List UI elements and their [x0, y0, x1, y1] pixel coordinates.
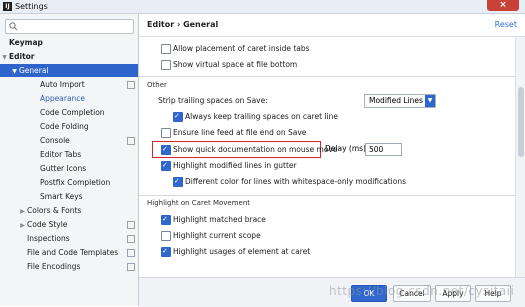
sidebar-item-label: Editor [9, 52, 35, 61]
close-button[interactable]: × [487, 0, 519, 11]
checkbox[interactable] [161, 231, 171, 241]
sidebar-item-label: Postfix Completion [40, 178, 111, 187]
chevron-right-icon: ▶ [20, 208, 25, 215]
help-button[interactable]: Help [475, 285, 511, 302]
search-input[interactable] [5, 19, 134, 34]
chevron-down-icon: ▼ [12, 68, 17, 75]
sidebar-item-auto-import[interactable]: Auto Import [40, 78, 138, 91]
project-scope-icon [127, 263, 135, 271]
sidebar-item-appearance[interactable]: Appearance [40, 92, 138, 105]
checkbox[interactable] [161, 213, 171, 226]
sidebar-item-file-code-templates[interactable]: File and Code Templates [27, 246, 138, 259]
sidebar-item-label: File Encodings [27, 262, 81, 271]
section-heading-caret: Highlight on Caret Movement [147, 199, 251, 207]
checkbox[interactable] [161, 159, 171, 172]
sidebar-item-label: Inspections [27, 234, 70, 243]
sidebar-item-file-encodings[interactable]: File Encodings [27, 260, 138, 273]
checkbox[interactable] [161, 143, 171, 156]
sidebar-item-code-completion[interactable]: Code Completion [40, 106, 138, 119]
sidebar-item-label: Code Completion [40, 108, 105, 117]
sidebar-item-label: Appearance [40, 94, 86, 103]
sidebar-item-code-style[interactable]: ▶ Code Style [18, 218, 138, 231]
sidebar-item-label: Console [40, 136, 70, 145]
strip-trailing-label: Strip trailing spaces on Save: [158, 96, 268, 105]
sidebar-item-label: File and Code Templates [27, 248, 119, 257]
chevron-right-icon: ▶ [20, 222, 25, 229]
sidebar-item-smart-keys[interactable]: Smart Keys [40, 190, 138, 203]
sidebar-item-inspections[interactable]: Inspections [27, 232, 138, 245]
sidebar-item-label: Code Style [27, 220, 68, 229]
sidebar-item-code-folding[interactable]: Code Folding [40, 120, 138, 133]
sidebar-item-label: General [19, 66, 49, 75]
window-title: Settings [15, 2, 48, 11]
sidebar-item-label: Code Folding [40, 122, 89, 131]
checkbox[interactable] [161, 245, 171, 258]
settings-header: Editor › General Reset [139, 14, 525, 37]
search-icon [9, 22, 18, 31]
checkbox[interactable] [161, 128, 171, 138]
scrollbar-thumb[interactable] [518, 87, 524, 157]
sidebar-item-postfix-completion[interactable]: Postfix Completion [40, 176, 138, 189]
breadcrumb: Editor › General [147, 20, 219, 29]
chevron-down-icon[interactable]: ▼ [425, 95, 435, 107]
checkbox[interactable] [161, 44, 171, 54]
sidebar-item-console[interactable]: Console [40, 134, 138, 147]
apply-button[interactable]: Apply [435, 285, 471, 302]
delay-label: Delay (ms): [325, 144, 369, 153]
project-scope-icon [127, 249, 135, 257]
chevron-down-icon: ▼ [2, 54, 7, 61]
project-scope-icon [127, 235, 135, 243]
section-heading-other: Other [147, 81, 167, 89]
project-scope-icon [127, 137, 135, 145]
settings-sidebar: Keymap ▼ Editor ▼ General Auto Import Appe… [0, 14, 139, 306]
checkbox[interactable] [173, 110, 183, 123]
reset-link[interactable]: Reset [495, 20, 517, 29]
app-icon: IJ [3, 2, 12, 11]
cancel-button[interactable]: Cancel [393, 285, 431, 302]
sidebar-item-label: Editor Tabs [40, 150, 82, 159]
vertical-scrollbar[interactable] [515, 37, 525, 277]
sidebar-item-label: Gutter Icons [40, 164, 87, 173]
divider [139, 195, 515, 196]
strip-trailing-select[interactable]: Modified Lines ▼ [364, 94, 436, 108]
sidebar-item-editor[interactable]: ▼ Editor [0, 50, 138, 63]
project-scope-icon [127, 81, 135, 89]
sidebar-item-editor-tabs[interactable]: Editor Tabs [40, 148, 138, 161]
ok-button[interactable]: OK [351, 285, 387, 302]
delay-input[interactable]: 500 [365, 143, 402, 156]
sidebar-item-label: Smart Keys [40, 192, 83, 201]
checkbox[interactable] [161, 60, 171, 70]
project-scope-icon [127, 221, 135, 229]
sidebar-item-label: Keymap [9, 38, 43, 47]
title-bar: IJ Settings × [0, 0, 525, 14]
sidebar-item-keymap[interactable]: Keymap [0, 36, 138, 49]
sidebar-item-label: Colors & Fonts [27, 206, 82, 215]
strip-trailing-value: Modified Lines [369, 96, 423, 105]
sidebar-item-general[interactable]: ▼ General [0, 64, 138, 77]
sidebar-item-label: Auto Import [40, 80, 85, 89]
checkbox[interactable] [173, 175, 183, 188]
settings-content: Allow placement of caret inside tabs Sho… [139, 37, 515, 277]
dialog-footer: OK Cancel Apply Help https://blog.csdn.n… [139, 277, 525, 307]
divider [139, 76, 515, 77]
sidebar-item-colors-fonts[interactable]: ▶ Colors & Fonts [18, 204, 138, 217]
sidebar-item-gutter-icons[interactable]: Gutter Icons [40, 162, 138, 175]
